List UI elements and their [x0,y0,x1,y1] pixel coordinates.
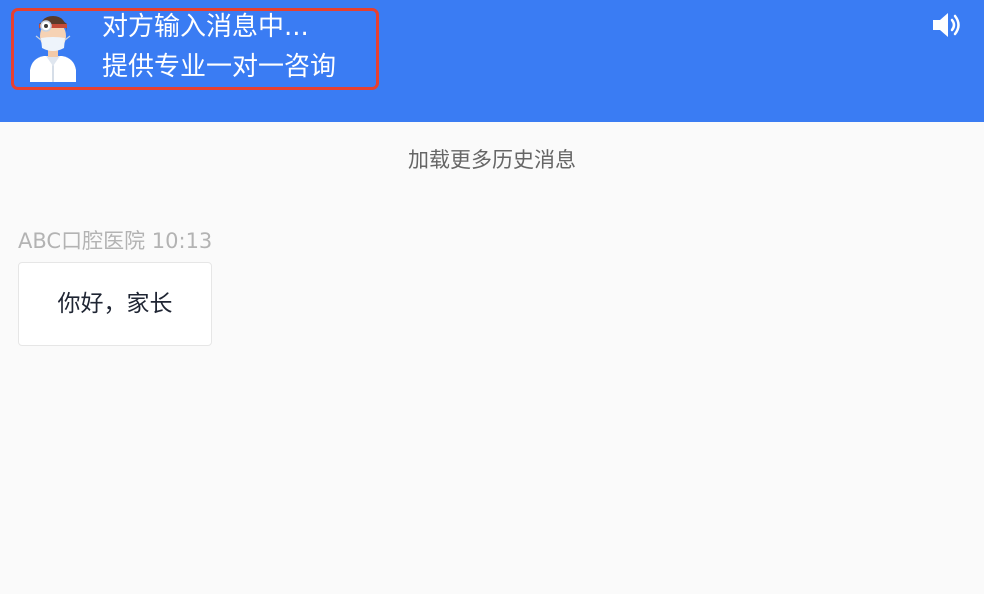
chat-page: 对方输入消息中... 提供专业一对一咨询 加载更多历史消息 ABC口腔医院 10… [0,0,984,594]
typing-status: 对方输入消息中... [102,12,309,42]
message-bubble: 你好，家长 [18,262,212,346]
load-more-history-link[interactable]: 加载更多历史消息 [0,144,984,176]
message-meta: ABC口腔医院 10:13 [18,226,212,256]
doctor-avatar-icon [30,16,76,82]
message-time: 10:13 [151,229,213,253]
speaker-volume-icon[interactable] [930,10,964,40]
message-sender: ABC口腔医院 [18,229,146,253]
chat-header: 对方输入消息中... 提供专业一对一咨询 [0,0,984,122]
service-subtitle: 提供专业一对一咨询 [102,52,337,82]
